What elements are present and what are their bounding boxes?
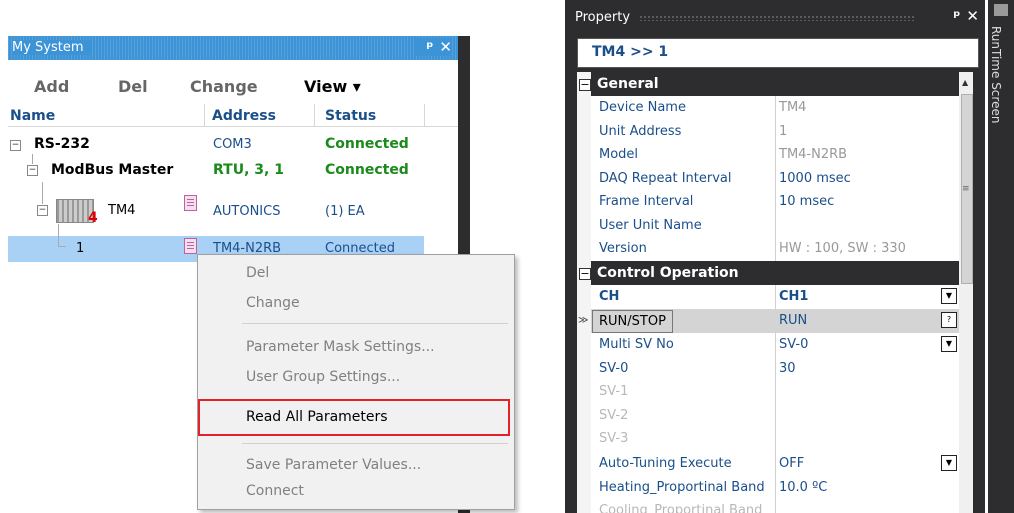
property-object-header: TM4 >> 1 [577, 38, 979, 68]
tree-item-rs232[interactable]: RS-232 [34, 136, 90, 152]
my-system-toolbar: Add Del Change View ▾ [8, 60, 458, 104]
dropdown-arrow-icon[interactable]: ▼ [941, 336, 957, 352]
property-row[interactable]: Version HW : 100, SW : 330 [591, 237, 959, 261]
runtime-screen-icon [994, 4, 1008, 16]
help-icon[interactable]: ? [941, 312, 957, 328]
menu-item-save-parameter-values[interactable]: Save Parameter Values... [246, 457, 421, 473]
tm4-address: AUTONICS [213, 204, 281, 219]
runtime-screen-tab[interactable]: RunTime Screen [988, 0, 1014, 513]
collapse-icon[interactable]: − [579, 268, 591, 280]
menu-item-parameter-mask-settings[interactable]: Parameter Mask Settings... [246, 339, 435, 355]
add-button[interactable]: Add [34, 77, 69, 96]
rs232-address: COM3 [213, 137, 252, 152]
modbus-address: RTU, 3, 1 [213, 162, 284, 178]
vertical-scrollbar[interactable]: ▲ ≡ [959, 72, 973, 513]
property-row[interactable]: Unit Address 1 [591, 120, 959, 144]
property-row-run-stop[interactable]: RUN/STOP RUN ? [591, 309, 959, 333]
collapse-icon[interactable]: − [27, 165, 38, 176]
collapse-icon[interactable]: − [10, 140, 21, 151]
runtime-screen-label: RunTime Screen [989, 26, 1003, 124]
tm4-status: (1) EA [325, 204, 365, 219]
property-row: SV-3 [599, 431, 629, 446]
change-button[interactable]: Change [190, 77, 258, 96]
property-row[interactable]: Heating_Proportinal Band 10.0 ºC [591, 476, 959, 500]
collapse-icon[interactable]: − [37, 205, 48, 216]
property-panel: Property ᵖ ✕ TM4 >> 1 − General Device Na… [565, 0, 985, 513]
context-menu: Del Change Parameter Mask Settings... Us… [197, 254, 515, 510]
property-row: SV-2 [599, 407, 629, 423]
dropdown-arrow-icon[interactable]: ▼ [941, 288, 957, 304]
my-system-panel: My System ᵖ ✕ Add Del Change View ▾ Name … [0, 0, 515, 513]
pin-icon[interactable]: ᵖ [426, 38, 433, 56]
property-row[interactable]: Model TM4-N2RB [591, 143, 959, 167]
tree-item-tm4[interactable]: TM4 [108, 203, 135, 218]
column-name[interactable]: Name [10, 108, 55, 124]
modbus-status: Connected [325, 162, 409, 178]
menu-item-change[interactable]: Change [246, 295, 300, 311]
del-button[interactable]: Del [118, 77, 148, 96]
dropdown-arrow-icon[interactable]: ▼ [941, 455, 957, 471]
property-row[interactable]: Device Name TM4 [591, 96, 959, 120]
scroll-up-icon[interactable]: ▲ [962, 78, 968, 87]
close-icon[interactable]: ✕ [966, 7, 979, 25]
category-general[interactable]: General [591, 72, 959, 96]
property-row: Cooling_Proportinal Band [599, 503, 763, 513]
tree-item-modbus-master[interactable]: ModBus Master [51, 162, 173, 178]
grip-icon: ≡ [962, 184, 970, 194]
document-icon[interactable] [184, 195, 197, 211]
current-row-arrow-icon: ≫ [578, 315, 589, 326]
property-row[interactable]: Frame Interval 10 msec [591, 190, 959, 214]
property-row[interactable]: DAQ Repeat Interval 1000 msec [591, 167, 959, 191]
pin-icon[interactable]: ᵖ [953, 7, 960, 25]
property-title-bar: Property ᵖ ✕ [565, 2, 985, 32]
column-address[interactable]: Address [212, 108, 276, 124]
view-dropdown[interactable]: View ▾ [304, 77, 361, 96]
menu-item-del[interactable]: Del [246, 265, 269, 281]
close-icon[interactable]: ✕ [439, 38, 452, 56]
menu-item-user-group-settings[interactable]: User Group Settings... [246, 369, 400, 385]
property-row[interactable]: Multi SV No SV-0 ▼ [591, 333, 959, 357]
my-system-title: My System [12, 40, 90, 55]
property-row: SV-1 [599, 384, 629, 399]
property-object-name: TM4 >> 1 [592, 44, 669, 60]
property-row[interactable]: User Unit Name [591, 214, 959, 238]
document-icon[interactable] [184, 238, 197, 254]
property-row-ch[interactable]: CH CH1 ▼ [591, 285, 959, 309]
menu-item-read-all-parameters[interactable]: Read All Parameters [246, 409, 388, 425]
collapse-icon[interactable]: − [579, 79, 591, 91]
menu-item-connect[interactable]: Connect [246, 483, 304, 499]
property-title: Property [575, 10, 631, 25]
my-system-title-bar: My System ᵖ ✕ [8, 36, 458, 60]
property-row[interactable]: Auto-Tuning Execute OFF ▼ [591, 452, 959, 476]
device-count-badge: 4 [88, 210, 98, 226]
tree-item-unit-1[interactable]: 1 [76, 241, 84, 256]
column-status[interactable]: Status [325, 108, 376, 124]
rs232-status: Connected [325, 136, 409, 152]
category-control-operation[interactable]: Control Operation [591, 261, 959, 285]
property-row[interactable]: SV-0 30 [591, 357, 959, 381]
property-grid: − General Device Name TM4 Unit Address 1… [577, 72, 973, 513]
